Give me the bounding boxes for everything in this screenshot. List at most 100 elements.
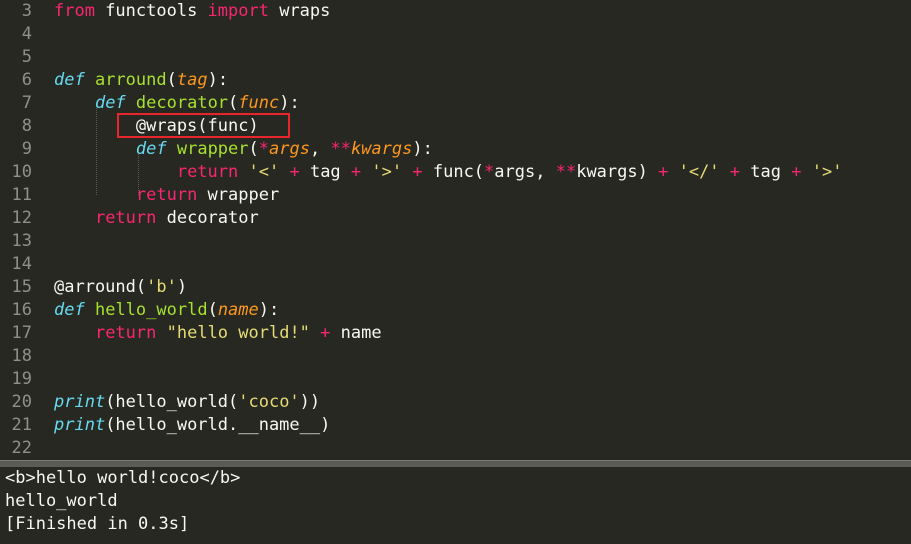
line-code: def arround(tag): bbox=[54, 70, 228, 90]
line-number: 14 bbox=[11, 254, 32, 274]
code-token: * bbox=[484, 162, 495, 182]
code-token: tag bbox=[299, 162, 351, 182]
code-token: name bbox=[330, 323, 382, 343]
line-code: @arround('b') bbox=[54, 277, 187, 297]
panel-divider[interactable] bbox=[0, 460, 911, 467]
code-token: '<' bbox=[248, 162, 280, 182]
code-token: hello_world bbox=[94, 300, 208, 320]
code-token: ) bbox=[176, 277, 188, 297]
code-token: @arround( bbox=[54, 277, 147, 297]
code-token: print bbox=[54, 415, 106, 435]
code-token: ): bbox=[279, 93, 300, 113]
code-token: def bbox=[54, 70, 85, 90]
code-token: ): bbox=[207, 70, 229, 90]
code-token: decorator bbox=[135, 93, 229, 113]
code-token: )) bbox=[299, 392, 321, 412]
code-token: args bbox=[269, 139, 310, 159]
line-code: return "hello world!" + name bbox=[54, 323, 382, 343]
code-token: return bbox=[94, 323, 157, 343]
line-number: 7 bbox=[21, 93, 32, 113]
code-token: decorator bbox=[156, 208, 259, 228]
code-line[interactable]: 4 bbox=[0, 23, 911, 46]
code-token: + bbox=[658, 162, 669, 182]
code-line[interactable]: 13 bbox=[0, 230, 911, 253]
code-line[interactable]: 7 def decorator(func): bbox=[0, 92, 911, 115]
code-line[interactable]: 5 bbox=[0, 46, 911, 69]
code-token: func bbox=[238, 93, 280, 113]
code-token: '>' bbox=[371, 162, 403, 182]
code-line[interactable]: 14 bbox=[0, 253, 911, 276]
code-token: print bbox=[54, 392, 106, 412]
line-number: 8 bbox=[21, 116, 32, 136]
code-token: ( bbox=[228, 93, 239, 113]
code-token: '>' bbox=[811, 162, 843, 182]
code-line[interactable]: 12 return decorator bbox=[0, 207, 911, 230]
code-line[interactable]: 15 @arround('b') bbox=[0, 276, 911, 299]
code-line[interactable]: 18 bbox=[0, 345, 911, 368]
code-token: 'coco' bbox=[238, 392, 300, 412]
code-token: return bbox=[135, 185, 198, 205]
code-line[interactable]: 9 def wrapper(*args, **kwargs): bbox=[0, 138, 911, 161]
code-token: ( bbox=[248, 139, 259, 159]
code-token: from bbox=[54, 1, 95, 21]
line-number: 4 bbox=[21, 24, 32, 44]
code-token: tag bbox=[740, 162, 792, 182]
code-token: kwargs) bbox=[576, 162, 659, 182]
line-code: return '<' + tag + '>' + func(*args, **k… bbox=[54, 162, 843, 182]
line-number: 13 bbox=[11, 231, 32, 251]
code-line[interactable]: 20 print(hello_world('coco')) bbox=[0, 391, 911, 414]
code-line[interactable]: 6 def arround(tag): bbox=[0, 69, 911, 92]
code-line[interactable]: 16 def hello_world(name): bbox=[0, 299, 911, 322]
code-line[interactable]: 3 from functools import wraps bbox=[0, 0, 911, 23]
line-number: 22 bbox=[11, 438, 32, 458]
output-line: [Finished in 0.3s] bbox=[5, 514, 190, 534]
line-number: 3 bbox=[21, 1, 32, 21]
code-token: def bbox=[135, 139, 167, 159]
line-code: return decorator bbox=[54, 208, 259, 228]
code-token: '</' bbox=[678, 162, 720, 182]
code-token: args, bbox=[494, 162, 556, 182]
code-token: arround bbox=[94, 70, 167, 90]
code-token: (hello_world( bbox=[105, 392, 239, 412]
code-token: ): bbox=[258, 300, 280, 320]
line-number: 10 bbox=[11, 162, 32, 182]
code-token: ( bbox=[207, 300, 218, 320]
line-number: 6 bbox=[21, 70, 32, 90]
highlight-box bbox=[117, 113, 290, 138]
code-token: return bbox=[176, 162, 239, 182]
output-line: <b>hello world!coco</b> bbox=[5, 468, 241, 488]
code-line[interactable]: 10 return '<' + tag + '>' + func(*args, … bbox=[0, 161, 911, 184]
line-code: print(hello_world.__name__) bbox=[54, 415, 330, 435]
line-number: 19 bbox=[11, 369, 32, 389]
line-number: 9 bbox=[21, 139, 32, 159]
code-line[interactable]: 21 print(hello_world.__name__) bbox=[0, 414, 911, 437]
line-number: 12 bbox=[11, 208, 32, 228]
code-token: + bbox=[729, 162, 741, 182]
code-line[interactable]: 19 bbox=[0, 368, 911, 391]
code-line[interactable]: 11 return wrapper bbox=[0, 184, 911, 207]
code-token: + bbox=[289, 162, 300, 182]
code-editor[interactable]: 3 from functools import wraps 4 5 6 def arrou… bbox=[0, 0, 911, 460]
line-code: from functools import wraps bbox=[54, 1, 330, 21]
line-code: def wrapper(*args, **kwargs): bbox=[54, 139, 433, 159]
build-output-panel[interactable]: <b>hello world!coco</b> hello_world [Fin… bbox=[0, 467, 911, 544]
line-number: 5 bbox=[21, 47, 32, 67]
code-token: ** bbox=[330, 139, 351, 159]
line-number: 17 bbox=[11, 323, 32, 343]
code-token: ( bbox=[166, 70, 177, 90]
code-line[interactable]: 17 return "hello world!" + name bbox=[0, 322, 911, 345]
code-line[interactable]: 22 bbox=[0, 437, 911, 460]
